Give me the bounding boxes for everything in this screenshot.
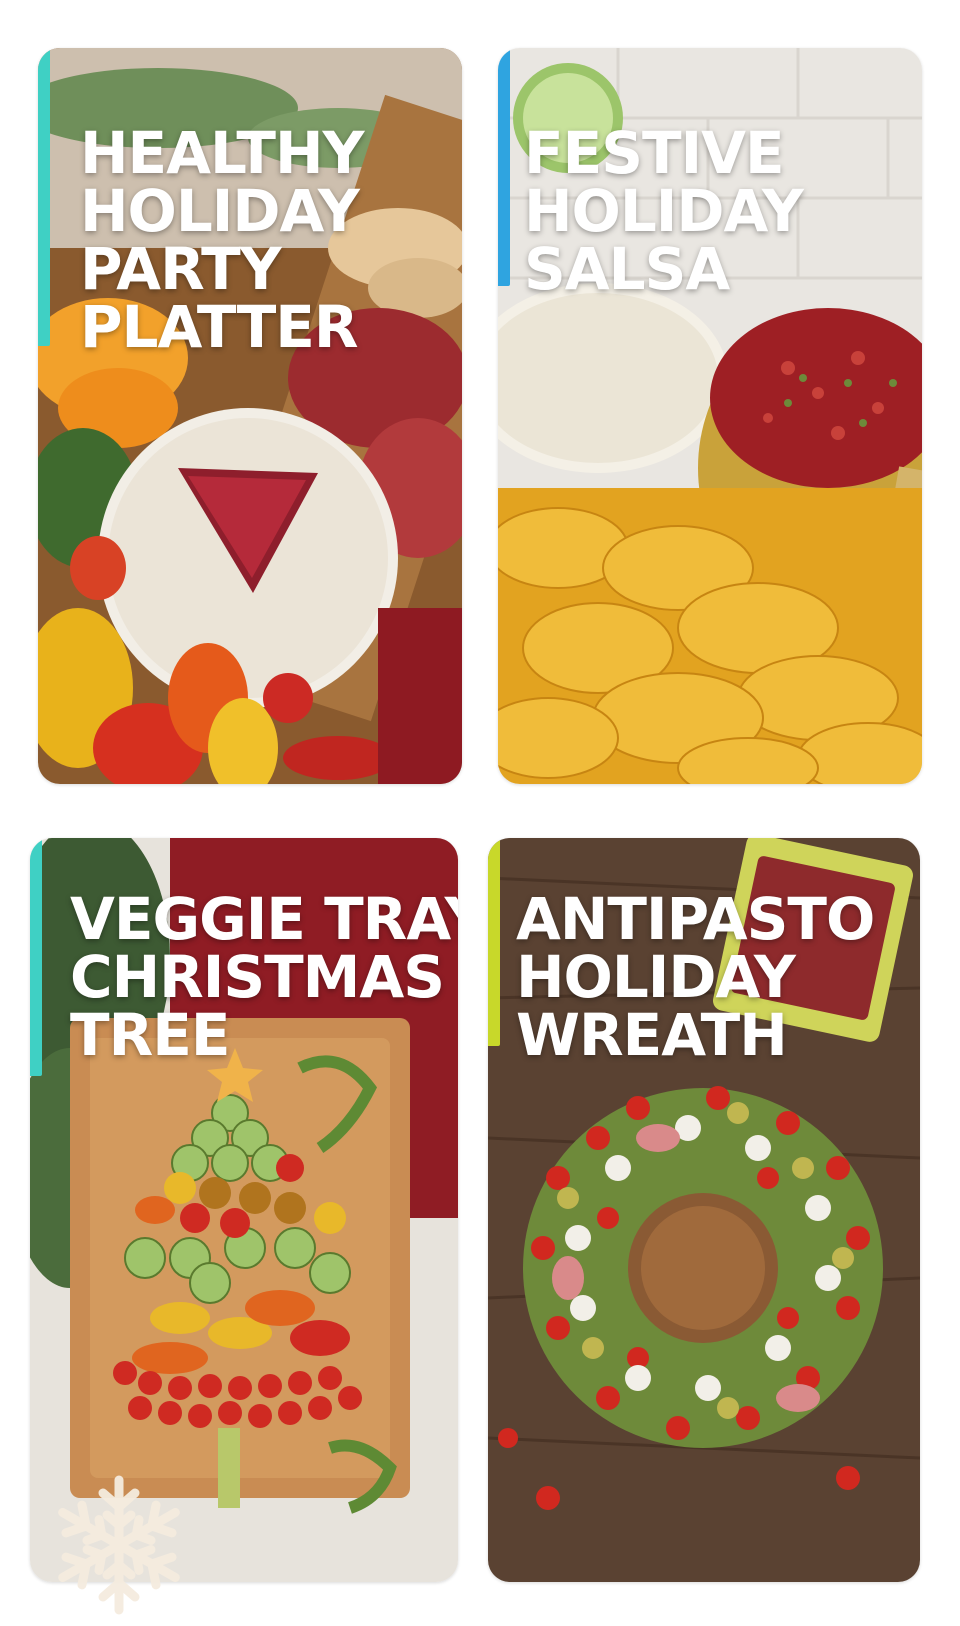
title-line: VEGGIE TRAY	[70, 885, 458, 953]
title-line: HEALTHY	[80, 119, 365, 187]
card-title: HEALTHY HOLIDAY PARTY PLATTER	[80, 119, 365, 361]
title-line: HOLIDAY	[516, 943, 796, 1011]
title-line: ANTIPASTO	[516, 885, 875, 953]
accent-bar	[30, 838, 42, 1076]
title-line: TREE	[70, 1001, 230, 1069]
card-title: VEGGIE TRAY CHRISTMAS TREE	[70, 890, 458, 1064]
title-line: HOLIDAY	[524, 177, 804, 245]
card-title: FESTIVE HOLIDAY SALSA	[524, 119, 804, 303]
recipe-card-party-platter[interactable]: HEALTHY HOLIDAY PARTY PLATTER	[38, 48, 462, 784]
title-line: WREATH	[516, 1001, 788, 1069]
title-line: SALSA	[524, 235, 730, 303]
card-title: ANTIPASTO HOLIDAY WREATH	[516, 885, 875, 1069]
accent-bar	[488, 838, 500, 1046]
snowflake-icon	[44, 1475, 194, 1620]
title-line: PARTY	[80, 235, 282, 303]
title-line: HOLIDAY	[80, 177, 360, 245]
accent-bar	[38, 48, 50, 346]
recipe-card-antipasto-wreath[interactable]: ANTIPASTO HOLIDAY WREATH	[488, 838, 920, 1582]
accent-bar	[498, 48, 510, 286]
title-line: FESTIVE	[524, 119, 785, 187]
title-line: CHRISTMAS	[70, 943, 445, 1011]
recipe-card-holiday-salsa[interactable]: FESTIVE HOLIDAY SALSA	[498, 48, 922, 784]
title-line: PLATTER	[80, 293, 359, 361]
